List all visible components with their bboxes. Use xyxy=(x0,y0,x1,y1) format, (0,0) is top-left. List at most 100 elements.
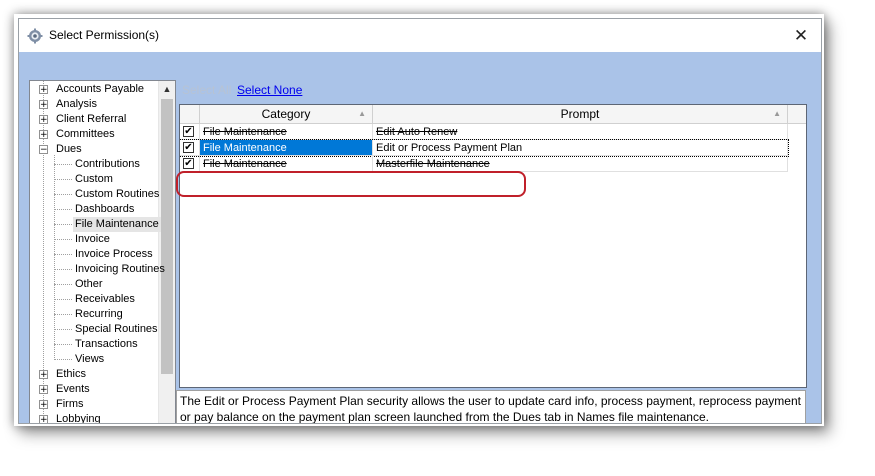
tree-item[interactable]: Events xyxy=(54,382,92,397)
tree-item-label: Receivables xyxy=(75,293,135,305)
scroll-thumb[interactable] xyxy=(161,99,173,374)
tree-item-label: Transactions xyxy=(75,338,138,350)
highlight-annotation xyxy=(176,171,526,197)
table-row[interactable]: ✔ File Maintenance Edit Auto Renew xyxy=(180,124,788,140)
tree-connector xyxy=(54,224,72,225)
tree-item-label: Dues xyxy=(56,143,82,155)
tree-item-label: Dashboards xyxy=(75,203,135,215)
gear-icon xyxy=(27,28,43,44)
window-title: Select Permission(s) xyxy=(49,28,160,42)
plus-box-icon[interactable]: + xyxy=(39,385,48,395)
tree-connector xyxy=(54,194,72,195)
plus-box-icon[interactable]: + xyxy=(39,370,48,380)
tree-connector xyxy=(54,359,72,360)
prompt-header-label: Prompt xyxy=(560,107,600,121)
plus-box-icon[interactable]: + xyxy=(39,415,48,423)
tree-item-label: Lobbying xyxy=(56,413,101,424)
tree-scrollbar[interactable]: ▲ xyxy=(158,81,175,423)
tree-connector xyxy=(54,239,72,240)
category-header-label: Category xyxy=(261,107,311,121)
row-check-cell[interactable]: ✔ xyxy=(180,156,200,172)
tree-item[interactable]: Invoice Process xyxy=(73,247,155,262)
tree-item[interactable]: Dues xyxy=(54,142,84,157)
category-cell: File Maintenance xyxy=(200,156,373,172)
tree-item[interactable]: Custom Routines xyxy=(73,187,161,202)
tree-connector xyxy=(54,299,72,300)
tree-item-label: Committees xyxy=(56,128,115,140)
category-cell: File Maintenance xyxy=(200,124,373,140)
tree-item[interactable]: Analysis xyxy=(54,97,99,112)
row-check-cell[interactable]: ✔ xyxy=(180,140,200,156)
tree-connector xyxy=(54,179,72,180)
tree-item[interactable]: Special Routines xyxy=(73,322,160,337)
tree-item-label: File Maintenance xyxy=(75,218,159,230)
tree-connector xyxy=(54,254,72,255)
tree-item[interactable]: Client Referral xyxy=(54,112,128,127)
select-none-link[interactable]: Select None xyxy=(237,83,302,97)
tree-item-label: Contributions xyxy=(75,158,140,170)
checkbox-column-header xyxy=(180,105,200,123)
row-check-cell[interactable]: ✔ xyxy=(180,124,200,140)
table-row-selected[interactable]: ✔ File Maintenance Edit or Process Payme… xyxy=(180,139,789,157)
close-button[interactable]: ✕ xyxy=(781,19,821,52)
permission-tree[interactable]: ▲ + Accounts Payable + Analysis + Client Refe… xyxy=(29,80,176,424)
tree-connector xyxy=(54,329,72,330)
prompt-cell: Edit or Process Payment Plan xyxy=(373,140,788,156)
tree-connector xyxy=(54,314,72,315)
tree-item[interactable]: Invoice xyxy=(73,232,112,247)
tree-item[interactable]: Accounts Payable xyxy=(54,82,146,97)
tree-item-label: Recurring xyxy=(75,308,123,320)
dialog-client-area: ▲ + Accounts Payable + Analysis + Client Refe… xyxy=(19,52,821,423)
plus-box-icon[interactable]: + xyxy=(39,400,48,410)
tree-item-label: Special Routines xyxy=(75,323,158,335)
tree-item[interactable]: Dashboards xyxy=(73,202,136,217)
tree-item[interactable]: File Maintenance xyxy=(73,217,161,232)
tree-item[interactable]: Ethics xyxy=(54,367,88,382)
tree-item-label: Invoicing Routines xyxy=(75,263,165,275)
tree-item[interactable]: Receivables xyxy=(73,292,137,307)
tree-connector xyxy=(54,284,72,285)
tree-item[interactable]: Other xyxy=(73,277,105,292)
tree-item-label: Custom xyxy=(75,173,113,185)
tree-item-label: Analysis xyxy=(56,98,97,110)
tree-item[interactable]: Views xyxy=(73,352,106,367)
prompt-cell: Masterfile Maintenance xyxy=(373,156,788,172)
category-cell: File Maintenance xyxy=(200,140,373,156)
tree-item[interactable]: Custom xyxy=(73,172,115,187)
check-icon[interactable]: ✔ xyxy=(183,158,194,169)
tree-item[interactable]: Invoicing Routines xyxy=(73,262,167,277)
tree-item-label: Events xyxy=(56,383,90,395)
tree-item[interactable]: Recurring xyxy=(73,307,125,322)
tree-item-label: Invoice xyxy=(75,233,110,245)
check-icon[interactable]: ✔ xyxy=(183,126,194,137)
sort-ascending-icon: ▲ xyxy=(358,109,366,118)
check-icon[interactable]: ✔ xyxy=(183,142,194,153)
title-bar: Select Permission(s) ✕ xyxy=(19,19,821,52)
close-icon: ✕ xyxy=(793,26,809,45)
minus-box-icon[interactable]: − xyxy=(39,145,48,155)
plus-box-icon[interactable]: + xyxy=(39,130,48,140)
tree-item[interactable]: Committees xyxy=(54,127,117,142)
category-column-header[interactable]: Category ▲ xyxy=(200,105,373,123)
sort-ascending-icon: ▲ xyxy=(773,109,781,118)
scroll-up-icon[interactable]: ▲ xyxy=(159,81,175,97)
tree-connector xyxy=(54,164,72,165)
tree-item-label: Invoice Process xyxy=(75,248,153,260)
tree-item-label: Custom Routines xyxy=(75,188,160,200)
table-row[interactable]: ✔ File Maintenance Masterfile Maintenanc… xyxy=(180,156,788,172)
tree-connector xyxy=(54,344,72,345)
plus-box-icon[interactable]: + xyxy=(39,100,48,110)
tree-item[interactable]: Firms xyxy=(54,397,86,412)
plus-box-icon[interactable]: + xyxy=(39,85,48,95)
tree-item-label: Ethics xyxy=(56,368,86,380)
permissions-grid: Category ▲ Prompt ▲ ✔ File Maintenance E… xyxy=(179,104,807,388)
select-permissions-dialog: Select Permission(s) ✕ ▲ + Accounts Payab… xyxy=(18,18,822,424)
prompt-cell: Edit Auto Renew xyxy=(373,124,788,140)
prompt-column-header[interactable]: Prompt ▲ xyxy=(373,105,788,123)
tree-item-label: Other xyxy=(75,278,103,290)
tree-item[interactable]: Transactions xyxy=(73,337,140,352)
select-all-link[interactable]: Select All xyxy=(182,83,231,97)
plus-box-icon[interactable]: + xyxy=(39,115,48,125)
tree-item[interactable]: Contributions xyxy=(73,157,142,172)
tree-item[interactable]: Lobbying xyxy=(54,412,103,424)
